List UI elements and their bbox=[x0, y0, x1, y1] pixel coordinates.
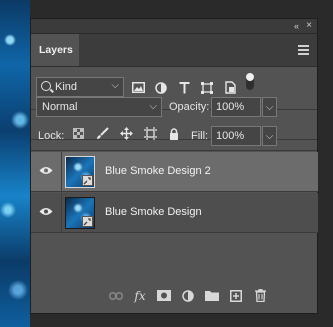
type-filter-icon[interactable] bbox=[177, 81, 191, 94]
filter-icons bbox=[131, 73, 256, 94]
filter-kind-label: Kind bbox=[55, 81, 78, 93]
layer-row[interactable]: Blue Smoke Design 2 bbox=[31, 152, 318, 192]
canvas-image-edge bbox=[0, 0, 30, 327]
filter-toggle[interactable] bbox=[246, 73, 256, 94]
opacity-dropdown-button[interactable]: ⌵ bbox=[262, 97, 277, 117]
search-icon bbox=[41, 81, 51, 91]
layer-row[interactable]: Blue Smoke Design bbox=[31, 193, 318, 233]
visibility-divider bbox=[61, 152, 62, 192]
new-group-icon[interactable] bbox=[205, 289, 219, 302]
panel-tab-bar: Layers bbox=[31, 34, 317, 67]
blend-mode-dropdown[interactable]: Normal ⌵ bbox=[36, 97, 162, 117]
lock-transparent-pixels-icon[interactable] bbox=[71, 127, 85, 140]
smart-object-filter-icon[interactable] bbox=[223, 81, 237, 94]
eye-icon[interactable] bbox=[39, 207, 53, 216]
panel-header-strip: « × bbox=[31, 19, 317, 34]
blend-mode-value: Normal bbox=[42, 101, 78, 113]
smart-object-icon bbox=[82, 175, 93, 186]
lock-all-icon[interactable] bbox=[167, 127, 181, 140]
opacity-label: Opacity: bbox=[169, 101, 210, 113]
filter-toggle-switch[interactable] bbox=[246, 73, 254, 90]
layer-name[interactable]: Blue Smoke Design bbox=[105, 206, 202, 218]
add-mask-icon[interactable] bbox=[157, 289, 171, 302]
panel-menu-icon[interactable] bbox=[298, 45, 309, 57]
new-layer-icon[interactable] bbox=[229, 289, 243, 302]
tab-layers[interactable]: Layers bbox=[31, 34, 79, 66]
fx-icon[interactable]: fx bbox=[133, 289, 147, 303]
visibility-divider bbox=[61, 193, 62, 233]
fill-label: Fill: bbox=[191, 130, 209, 142]
lock-label: Lock: bbox=[38, 130, 65, 142]
smart-object-icon bbox=[82, 216, 93, 227]
chevron-down-icon: ⌵ bbox=[111, 80, 119, 91]
chevron-down-icon: ⌵ bbox=[149, 101, 157, 112]
layer-thumbnail[interactable] bbox=[65, 197, 95, 229]
filter-kind-dropdown[interactable]: Kind ⌵ bbox=[36, 77, 124, 97]
divider bbox=[31, 150, 317, 151]
new-adjustment-icon[interactable] bbox=[181, 289, 195, 302]
image-filter-icon[interactable] bbox=[131, 81, 145, 94]
collapse-panel-icon[interactable]: « bbox=[294, 19, 299, 33]
link-layers-icon[interactable] bbox=[109, 289, 123, 302]
footer-icons: fx bbox=[109, 289, 267, 303]
fill-dropdown-button[interactable]: ⌵ bbox=[262, 126, 277, 146]
lock-artboard-icon[interactable] bbox=[143, 127, 157, 140]
layers-panel: « × Layers Kind ⌵ Normal ⌵ Opacity: 100%… bbox=[30, 18, 318, 314]
opacity-input[interactable]: 100% bbox=[211, 97, 261, 117]
close-panel-icon[interactable]: × bbox=[306, 19, 312, 33]
lock-icons bbox=[71, 127, 181, 140]
fill-input[interactable]: 100% bbox=[211, 126, 261, 146]
lock-image-pixels-icon[interactable] bbox=[95, 127, 109, 140]
panel-footer: fx bbox=[31, 281, 317, 313]
opacity-value: 100% bbox=[216, 101, 245, 113]
delete-layer-icon[interactable] bbox=[253, 289, 267, 302]
chevron-down-icon: ⌵ bbox=[265, 101, 274, 113]
eye-icon[interactable] bbox=[39, 166, 53, 175]
fill-value: 100% bbox=[216, 130, 245, 142]
lock-position-icon[interactable] bbox=[119, 127, 133, 140]
chevron-down-icon: ⌵ bbox=[265, 130, 274, 142]
adjustment-filter-icon[interactable] bbox=[154, 81, 168, 94]
layer-thumbnail[interactable] bbox=[65, 156, 95, 188]
shape-filter-icon[interactable] bbox=[200, 81, 214, 94]
layer-name[interactable]: Blue Smoke Design 2 bbox=[105, 165, 211, 177]
